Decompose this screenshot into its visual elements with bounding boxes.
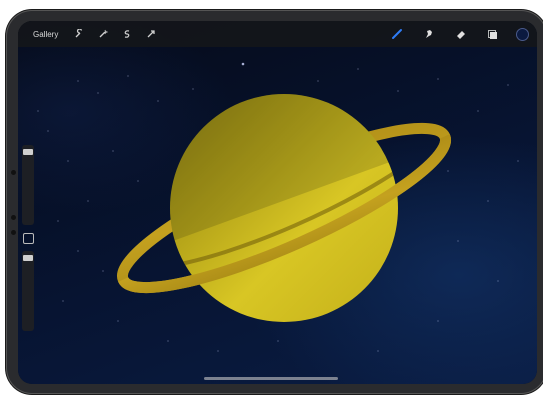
brush-size-handle[interactable] xyxy=(23,149,33,155)
opacity-handle[interactable] xyxy=(23,255,33,261)
color-picker-swatch[interactable] xyxy=(516,27,529,41)
wrench-icon[interactable] xyxy=(70,25,88,43)
brush-icon[interactable] xyxy=(388,25,406,43)
side-sensor xyxy=(11,230,16,235)
undo-redo-area[interactable] xyxy=(22,337,34,361)
planet-artwork xyxy=(116,94,452,322)
side-toolbar xyxy=(22,145,36,365)
transform-arrow-icon[interactable] xyxy=(142,25,160,43)
side-sensor xyxy=(11,215,16,220)
magic-wand-icon[interactable] xyxy=(94,25,112,43)
modify-button[interactable] xyxy=(23,233,34,244)
top-toolbar: Gallery xyxy=(18,21,537,47)
side-sensor xyxy=(11,170,16,175)
brush-size-slider[interactable] xyxy=(22,145,34,225)
layers-icon[interactable] xyxy=(484,25,502,43)
eraser-icon[interactable] xyxy=(452,25,470,43)
screen: Gallery xyxy=(18,21,537,384)
opacity-slider[interactable] xyxy=(22,251,34,331)
selection-icon[interactable] xyxy=(118,25,136,43)
smudge-icon[interactable] xyxy=(420,25,438,43)
ipad-frame: Gallery xyxy=(6,10,543,394)
home-indicator[interactable] xyxy=(204,377,338,380)
drawing-canvas[interactable] xyxy=(18,21,537,384)
gallery-button[interactable]: Gallery xyxy=(33,30,58,39)
